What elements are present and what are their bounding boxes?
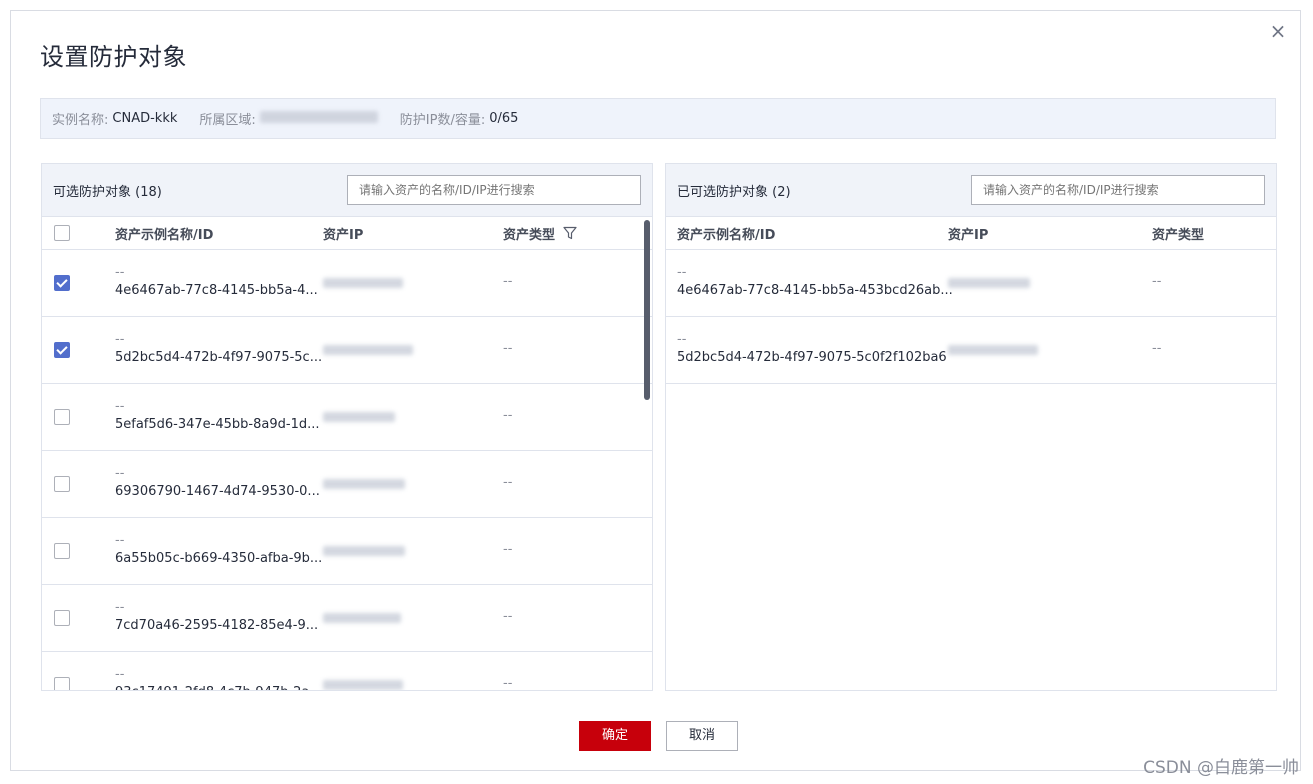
row-checkbox[interactable] — [54, 476, 70, 492]
asset-id: 5efaf5d6-347e-45bb-8a9d-1d... — [115, 417, 320, 432]
selected-panel-header: 已可选防护对象 (2) — [666, 164, 1276, 217]
dialog-title: 设置防护对象 — [40, 43, 187, 71]
instance-name-label: 实例名称: — [52, 113, 109, 128]
asset-id: 7cd70a46-2595-4182-85e4-9... — [115, 618, 319, 633]
row-checkbox[interactable] — [54, 342, 70, 358]
selected-search-input[interactable] — [971, 175, 1265, 205]
instance-info-bar: 实例名称: CNAD-kkk 所属区域: 防护IP数/容量: 0/65 — [40, 98, 1276, 139]
available-scrollbar[interactable] — [644, 220, 650, 400]
available-panel-header: 可选防护对象 (18) — [42, 164, 652, 217]
asset-name: -- — [115, 466, 125, 481]
asset-name: -- — [115, 399, 125, 414]
asset-id: 4e6467ab-77c8-4145-bb5a-4... — [115, 283, 318, 298]
asset-type: -- — [503, 609, 513, 624]
table-row[interactable]: -- 4e6467ab-77c8-4145-bb5a-453bcd26ab... -… — [666, 250, 1276, 317]
select-all-checkbox[interactable] — [54, 225, 70, 241]
watermark: CSDN @白鹿第一帅 — [1143, 758, 1299, 778]
table-row[interactable]: -- 69306790-1467-4d74-9530-0... -- — [42, 451, 652, 518]
region-value-redacted — [259, 110, 378, 127]
row-checkbox[interactable] — [54, 677, 70, 690]
asset-type: -- — [1152, 341, 1162, 356]
table-row[interactable]: -- 5d2bc5d4-472b-4f97-9075-5c... -- — [42, 317, 652, 384]
table-row[interactable]: -- 6a55b05c-b669-4350-afba-9b... -- — [42, 518, 652, 585]
asset-ip-redacted — [323, 411, 395, 426]
asset-id: 69306790-1467-4d74-9530-0... — [115, 484, 320, 499]
available-search-input[interactable] — [347, 175, 641, 205]
asset-name-cell: -- 4e6467ab-77c8-4145-bb5a-4... — [115, 264, 318, 300]
selected-panel-title: 已可选防护对象 (2) — [677, 184, 791, 200]
column-header-type: 资产类型 — [503, 224, 577, 243]
row-checkbox[interactable] — [54, 543, 70, 559]
asset-id: 4e6467ab-77c8-4145-bb5a-453bcd26ab... — [677, 283, 953, 298]
available-panel-title: 可选防护对象 (18) — [53, 184, 162, 200]
capacity-label: 防护IP数/容量: — [399, 113, 486, 128]
asset-name-cell: -- 5d2bc5d4-472b-4f97-9075-5c... — [115, 331, 322, 367]
row-checkbox[interactable] — [54, 275, 70, 291]
asset-name: -- — [677, 265, 687, 280]
asset-name-cell: -- 5efaf5d6-347e-45bb-8a9d-1d... — [115, 398, 319, 434]
column-header-ip: 资产IP — [323, 227, 364, 243]
asset-type: -- — [503, 408, 513, 423]
table-row[interactable]: -- 7cd70a46-2595-4182-85e4-9... -- — [42, 585, 652, 652]
available-table-header: 资产示例名称/ID 资产IP 资产类型 — [42, 217, 652, 250]
asset-type: -- — [1152, 274, 1162, 289]
asset-ip-redacted — [323, 612, 401, 627]
capacity-value: 0/65 — [489, 111, 519, 126]
selected-table-body: -- 4e6467ab-77c8-4145-bb5a-453bcd26ab... -… — [666, 250, 1276, 384]
asset-type: -- — [503, 542, 513, 557]
asset-name: -- — [115, 332, 125, 347]
asset-ip-redacted — [323, 679, 403, 690]
asset-name: -- — [115, 533, 125, 548]
column-header-type: 资产类型 — [1152, 227, 1205, 243]
cancel-button[interactable]: 取消 — [666, 721, 738, 751]
asset-name-cell: -- 7cd70a46-2595-4182-85e4-9... — [115, 599, 318, 635]
row-checkbox[interactable] — [54, 610, 70, 626]
asset-ip-redacted — [323, 478, 405, 493]
asset-name-cell: -- 4e6467ab-77c8-4145-bb5a-453bcd26ab... — [677, 264, 953, 300]
table-row[interactable]: -- 93c17491-2fd8-4c7b-947b-2a... -- — [42, 652, 652, 691]
asset-name-cell: -- 69306790-1467-4d74-9530-0... — [115, 465, 320, 501]
filter-icon[interactable] — [563, 226, 577, 240]
asset-type: -- — [503, 274, 513, 289]
region-label: 所属区域: — [199, 113, 256, 128]
available-objects-panel: 可选防护对象 (18) 资产示例名称/ID 资产IP 资产类型 -- 4e6467… — [41, 163, 653, 691]
available-table-body: -- 4e6467ab-77c8-4145-bb5a-4... -- -- 5d2bc5… — [42, 250, 652, 691]
selected-table-header: 资产示例名称/ID 资产IP 资产类型 — [666, 217, 1276, 250]
asset-name-cell: -- 5d2bc5d4-472b-4f97-9075-5c0f2f102ba6 — [677, 331, 947, 367]
asset-type: -- — [503, 475, 513, 490]
column-header-name: 资产示例名称/ID — [677, 227, 776, 243]
table-row[interactable]: -- 4e6467ab-77c8-4145-bb5a-4... -- — [42, 250, 652, 317]
close-icon[interactable]: × — [1268, 21, 1288, 41]
asset-name-cell: -- 6a55b05c-b669-4350-afba-9b... — [115, 532, 322, 568]
column-header-name: 资产示例名称/ID — [115, 227, 214, 243]
asset-name: -- — [115, 667, 125, 682]
asset-id: 5d2bc5d4-472b-4f97-9075-5c... — [115, 350, 323, 365]
asset-ip-redacted — [323, 545, 405, 560]
confirm-button[interactable]: 确定 — [579, 721, 651, 751]
row-checkbox[interactable] — [54, 409, 70, 425]
asset-name: -- — [115, 265, 125, 280]
asset-ip-redacted — [323, 344, 413, 359]
table-row[interactable]: -- 5d2bc5d4-472b-4f97-9075-5c0f2f102ba6 -- — [666, 317, 1276, 384]
asset-type: -- — [503, 341, 513, 356]
column-header-ip: 资产IP — [948, 227, 989, 243]
instance-name-value: CNAD-kkk — [112, 111, 178, 126]
asset-name: -- — [115, 600, 125, 615]
asset-id: 6a55b05c-b669-4350-afba-9b... — [115, 551, 323, 566]
table-row[interactable]: -- 5efaf5d6-347e-45bb-8a9d-1d... -- — [42, 384, 652, 451]
asset-ip-redacted — [948, 344, 1038, 359]
asset-ip-redacted — [323, 277, 403, 292]
asset-name-cell: -- 93c17491-2fd8-4c7b-947b-2a... — [115, 666, 322, 690]
protection-dialog: 设置防护对象 × 实例名称: CNAD-kkk 所属区域: 防护IP数/容量: … — [10, 10, 1301, 771]
selected-objects-panel: 已可选防护对象 (2) 资产示例名称/ID 资产IP 资产类型 -- 4e6467… — [665, 163, 1277, 691]
asset-name: -- — [677, 332, 687, 347]
asset-id: 5d2bc5d4-472b-4f97-9075-5c0f2f102ba6 — [677, 350, 947, 365]
asset-id: 93c17491-2fd8-4c7b-947b-2a... — [115, 684, 322, 690]
asset-type: -- — [503, 676, 513, 691]
asset-ip-redacted — [948, 277, 1030, 292]
